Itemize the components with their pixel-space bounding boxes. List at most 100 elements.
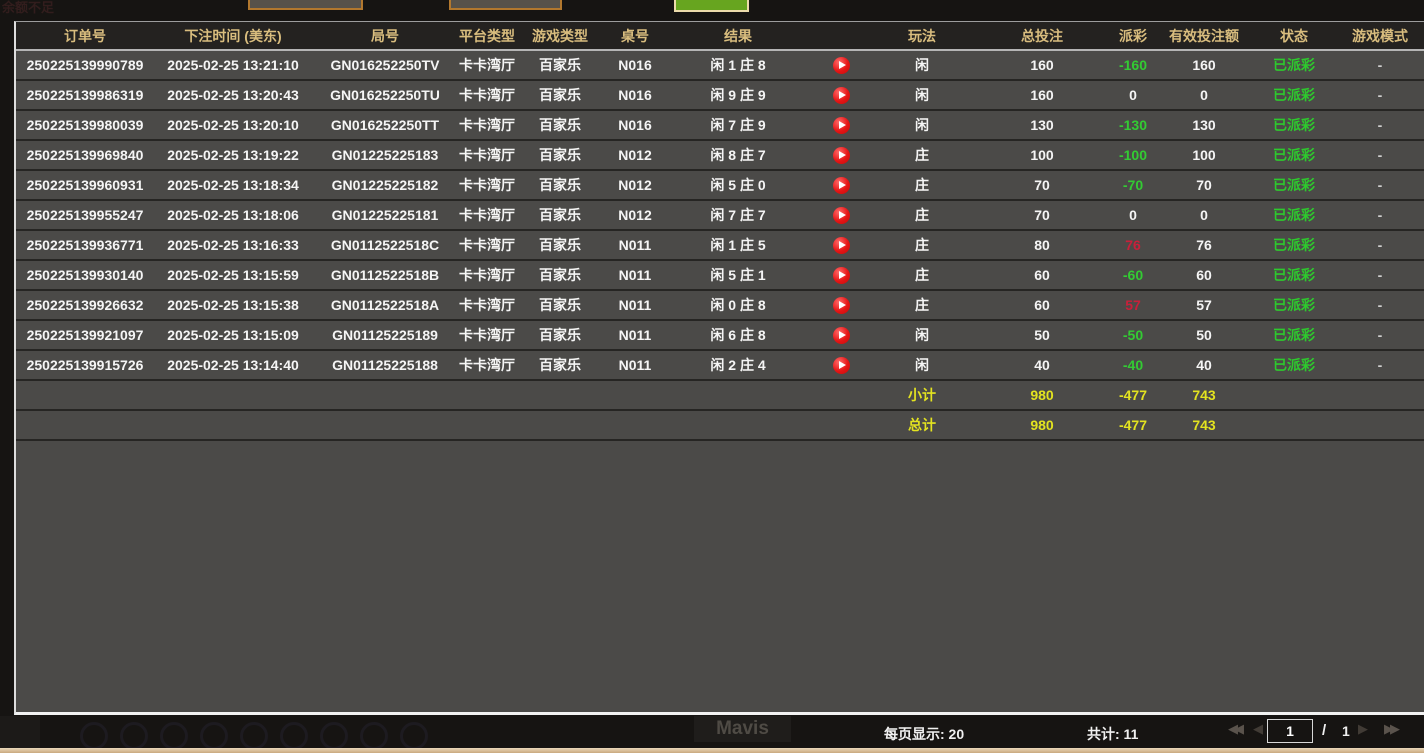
- cell-order-id: 250225139915726: [16, 351, 154, 379]
- background-chip-icon: [240, 722, 268, 750]
- cell-status: 已派彩: [1254, 141, 1334, 169]
- replay-button[interactable]: [833, 117, 850, 134]
- replay-button[interactable]: [833, 57, 850, 74]
- cell-valid-bet: 130: [1154, 111, 1254, 139]
- column-header-game-mode: 游戏模式: [1334, 22, 1424, 49]
- replay-button[interactable]: [833, 267, 850, 284]
- column-header-table-no: 桌号: [604, 22, 666, 49]
- per-page-label: 每页显示: 20: [884, 724, 964, 744]
- cell-replay: [810, 231, 872, 259]
- cell-round-id: GN016252250TV: [312, 51, 458, 79]
- cell-table-no: N012: [604, 141, 666, 169]
- cell-result: 闲 5 庄 1: [666, 261, 810, 289]
- table-row: 2502251399800392025-02-25 13:20:10GN0162…: [16, 111, 1424, 141]
- cell-result: 闲 9 庄 9: [666, 81, 810, 109]
- last-page-icon[interactable]: ▶▶: [1384, 722, 1396, 737]
- cell-payout: 0: [1112, 81, 1154, 109]
- cell-game-type: 百家乐: [516, 111, 604, 139]
- cell-game-mode: -: [1334, 291, 1424, 319]
- cell-valid-bet: 0: [1154, 81, 1254, 109]
- subtotal-row: 小计 980 -477 743: [16, 381, 1424, 411]
- grand-total-total: 980: [972, 411, 1112, 439]
- background-chip-icon: [160, 722, 188, 750]
- cell-replay: [810, 171, 872, 199]
- first-page-icon[interactable]: ◀◀: [1228, 722, 1240, 737]
- replay-button[interactable]: [833, 237, 850, 254]
- cell-game-mode: -: [1334, 231, 1424, 259]
- cell-result: 闲 7 庄 7: [666, 201, 810, 229]
- grand-total-spacer: [16, 411, 872, 439]
- cell-round-id: GN0112522518A: [312, 291, 458, 319]
- replay-button[interactable]: [833, 327, 850, 344]
- table-header-row: 订单号 下注时间 (美东) 局号 平台类型 游戏类型 桌号 结果 玩法 总投注 …: [16, 22, 1424, 51]
- column-header-game-type: 游戏类型: [516, 22, 604, 49]
- cell-table-no: N011: [604, 261, 666, 289]
- page-number-input[interactable]: [1267, 719, 1313, 743]
- background-chip-icon: [280, 722, 308, 750]
- replay-button[interactable]: [833, 147, 850, 164]
- background-chip-icon: [400, 722, 428, 750]
- cell-round-id: GN01125225188: [312, 351, 458, 379]
- cell-bet-time: 2025-02-25 13:19:22: [154, 141, 312, 169]
- cell-replay: [810, 291, 872, 319]
- cell-order-id: 250225139955247: [16, 201, 154, 229]
- cell-total-bet: 130: [972, 111, 1112, 139]
- cell-replay: [810, 201, 872, 229]
- cell-valid-bet: 50: [1154, 321, 1254, 349]
- cell-order-id: 250225139921097: [16, 321, 154, 349]
- cell-order-id: 250225139980039: [16, 111, 154, 139]
- cell-platform: 卡卡湾厅: [458, 81, 516, 109]
- cell-status: 已派彩: [1254, 291, 1334, 319]
- cell-replay: [810, 51, 872, 79]
- cell-payout: 0: [1112, 201, 1154, 229]
- cell-round-id: GN01225225182: [312, 171, 458, 199]
- cell-game-type: 百家乐: [516, 201, 604, 229]
- table-row: 2502251399698402025-02-25 13:19:22GN0122…: [16, 141, 1424, 171]
- background-filter-button-2[interactable]: [449, 0, 562, 10]
- background-chip-icon: [200, 722, 228, 750]
- cell-play-type: 闲: [872, 51, 972, 79]
- replay-button[interactable]: [833, 177, 850, 194]
- cell-table-no: N011: [604, 291, 666, 319]
- background-filter-button-1[interactable]: [248, 0, 363, 10]
- cell-round-id: GN01225225181: [312, 201, 458, 229]
- cell-bet-time: 2025-02-25 13:18:06: [154, 201, 312, 229]
- cell-platform: 卡卡湾厅: [458, 291, 516, 319]
- table-empty-area: [16, 441, 1424, 712]
- cell-play-type: 庄: [872, 171, 972, 199]
- cell-total-bet: 160: [972, 81, 1112, 109]
- replay-button[interactable]: [833, 87, 850, 104]
- cell-platform: 卡卡湾厅: [458, 321, 516, 349]
- replay-button[interactable]: [833, 357, 850, 374]
- subtotal-label: 小计: [872, 381, 972, 409]
- cell-round-id: GN01225225183: [312, 141, 458, 169]
- cell-valid-bet: 70: [1154, 171, 1254, 199]
- bet-history-screen: 余额不足 订单号 下注时间 (美东) 局号 平台类型 游戏类型 桌号 结果 玩法…: [0, 0, 1424, 753]
- column-header-valid-bet: 有效投注额: [1154, 22, 1254, 49]
- cell-game-type: 百家乐: [516, 171, 604, 199]
- replay-button[interactable]: [833, 207, 850, 224]
- cell-bet-time: 2025-02-25 13:15:59: [154, 261, 312, 289]
- cell-total-bet: 80: [972, 231, 1112, 259]
- cell-total-bet: 70: [972, 171, 1112, 199]
- cell-game-type: 百家乐: [516, 231, 604, 259]
- cell-payout: -50: [1112, 321, 1154, 349]
- background-confirm-button[interactable]: [674, 0, 749, 12]
- cell-payout: -160: [1112, 51, 1154, 79]
- cell-game-type: 百家乐: [516, 291, 604, 319]
- cell-status: 已派彩: [1254, 351, 1334, 379]
- cell-platform: 卡卡湾厅: [458, 201, 516, 229]
- cell-platform: 卡卡湾厅: [458, 261, 516, 289]
- replay-button[interactable]: [833, 297, 850, 314]
- cell-table-no: N011: [604, 321, 666, 349]
- background-brand-button: Mavis: [694, 716, 791, 742]
- cell-total-bet: 70: [972, 201, 1112, 229]
- total-count-label: 共计: 11: [1087, 724, 1138, 744]
- cell-table-no: N016: [604, 51, 666, 79]
- cell-valid-bet: 160: [1154, 51, 1254, 79]
- cell-play-type: 庄: [872, 141, 972, 169]
- cell-play-type: 庄: [872, 231, 972, 259]
- prev-page-icon[interactable]: ◀: [1253, 722, 1259, 737]
- cell-game-mode: -: [1334, 171, 1424, 199]
- next-page-icon[interactable]: ▶: [1358, 722, 1368, 737]
